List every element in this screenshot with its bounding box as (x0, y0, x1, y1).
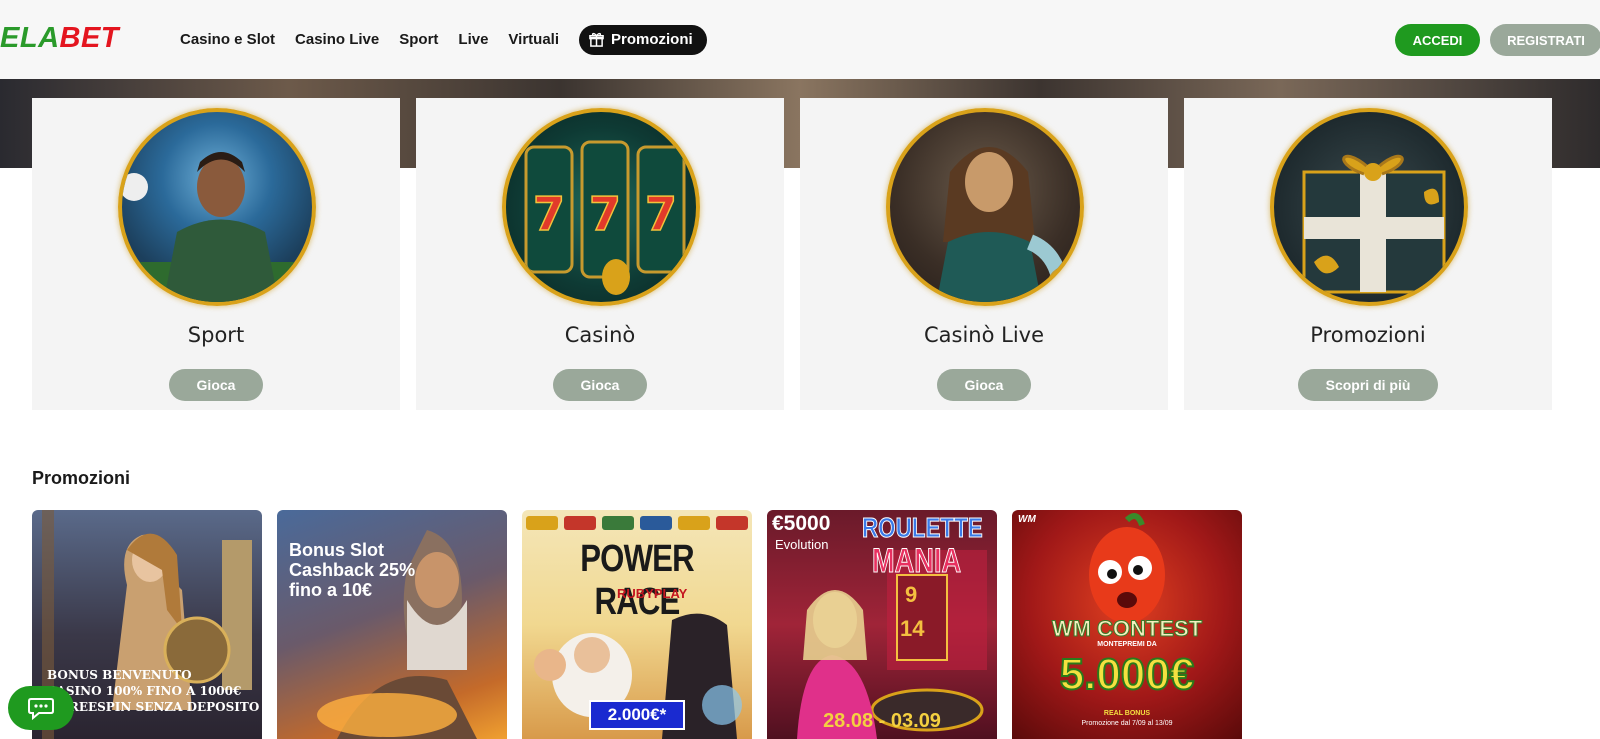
chat-button[interactable] (8, 686, 74, 730)
nav-virtuali[interactable]: Virtuali (508, 31, 559, 48)
category-title: Casinò Live (923, 323, 1045, 347)
nav-promozioni-button[interactable]: Promozioni (579, 24, 707, 55)
sport-image (118, 108, 316, 306)
nav-sport[interactable]: Sport (399, 31, 438, 48)
promo-line-1: Bonus Slot (289, 540, 384, 560)
promo-line-1: BONUS BENVENUTO (47, 668, 192, 682)
svg-text:7: 7 (589, 187, 621, 241)
category-title: Promozioni (1310, 323, 1426, 347)
promo-period: Promozione dal 7/09 al 13/09 (1081, 720, 1173, 727)
logo-part-green-2: A (38, 22, 60, 54)
play-button[interactable]: Gioca (169, 369, 263, 401)
promo-title-1: ROULETTE (862, 512, 984, 544)
category-card-sport[interactable]: Sport Gioca (32, 98, 400, 410)
slot-machine-image: 7 7 7 (502, 108, 700, 306)
promotions-heading: Promozioni (32, 468, 130, 488)
promo-subtitle: MONTEPREMI DA (1097, 641, 1157, 648)
provider-label: Evolution (775, 537, 829, 552)
prize-amount: €5000 (772, 512, 831, 535)
promo-title: WM CONTEST (1051, 616, 1203, 642)
svg-text:7: 7 (533, 187, 565, 241)
discover-more-button[interactable]: Scopri di più (1298, 369, 1438, 401)
prize-amount: 5.000€ (1059, 649, 1196, 700)
category-title: Casinò (564, 323, 636, 347)
nav-casino-slot[interactable]: Casino e Slot (180, 31, 275, 48)
provider-label: RUBYPLAY (617, 586, 688, 601)
category-card-casino[interactable]: 7 7 7 Casinò Gioca (416, 98, 784, 410)
live-dealer-image (886, 108, 1084, 306)
prize-badge: 2.000€* (589, 700, 685, 730)
bonus-note: REAL BONUS (1103, 710, 1151, 717)
promo-title: POWER RACE (580, 538, 694, 623)
register-button[interactable]: REGISTRATI (1490, 24, 1600, 56)
play-button[interactable]: Gioca (937, 369, 1031, 401)
promo-line-2: CASINO 100% FINO A 1000€ (47, 684, 242, 698)
top-header: ELABET Casino e Slot Casino Live Sport L… (0, 0, 1600, 79)
nav-casino-live[interactable]: Casino Live (295, 31, 379, 48)
brand-logo: WM (1018, 514, 1036, 525)
site-logo[interactable]: ELABET (0, 22, 119, 55)
chat-icon (28, 698, 54, 720)
roulette-number-2: 14 (900, 616, 925, 641)
logo-part-green: EL (0, 22, 39, 54)
svg-text:7: 7 (645, 187, 677, 241)
main-nav: Casino e Slot Casino Live Sport Live Vir… (180, 0, 707, 79)
promo-line-2: Cashback 25% (289, 560, 416, 580)
roulette-number-1: 9 (905, 582, 918, 607)
category-card-promozioni[interactable]: Promozioni Scopri di più (1184, 98, 1552, 410)
play-button[interactable]: Gioca (553, 369, 647, 401)
promo-line-3: E FREESPIN SENZA DEPOSITO (47, 700, 260, 714)
gift-icon (589, 32, 604, 47)
logo-part-red: BET (59, 22, 120, 54)
promo-card-cashback[interactable]: Bonus Slot Cashback 25% fino a 10€ (277, 510, 507, 739)
promo-line-3: fino a 10€ (289, 580, 373, 600)
login-button[interactable]: ACCEDI (1395, 24, 1480, 56)
category-card-casino-live[interactable]: Casinò Live Gioca (800, 98, 1168, 410)
promo-dates: 28.08 - 03.09 (823, 710, 941, 732)
promo-card-roulette-mania[interactable]: €5000 Evolution ROULETTE MANIA 9 14 28.0… (767, 510, 997, 739)
promo-title-2: MANIA (872, 542, 962, 581)
promo-card-wm-contest[interactable]: WM WM CONTEST MONTEPREMI DA 5.000€ REAL … (1012, 510, 1242, 739)
category-title: Sport (187, 323, 245, 347)
promo-card-power-race[interactable]: POWER RACE RUBYPLAY 2.000€* (522, 510, 752, 739)
nav-live[interactable]: Live (458, 31, 488, 48)
promozioni-label: Promozioni (611, 31, 693, 48)
gift-box-image (1270, 108, 1468, 306)
